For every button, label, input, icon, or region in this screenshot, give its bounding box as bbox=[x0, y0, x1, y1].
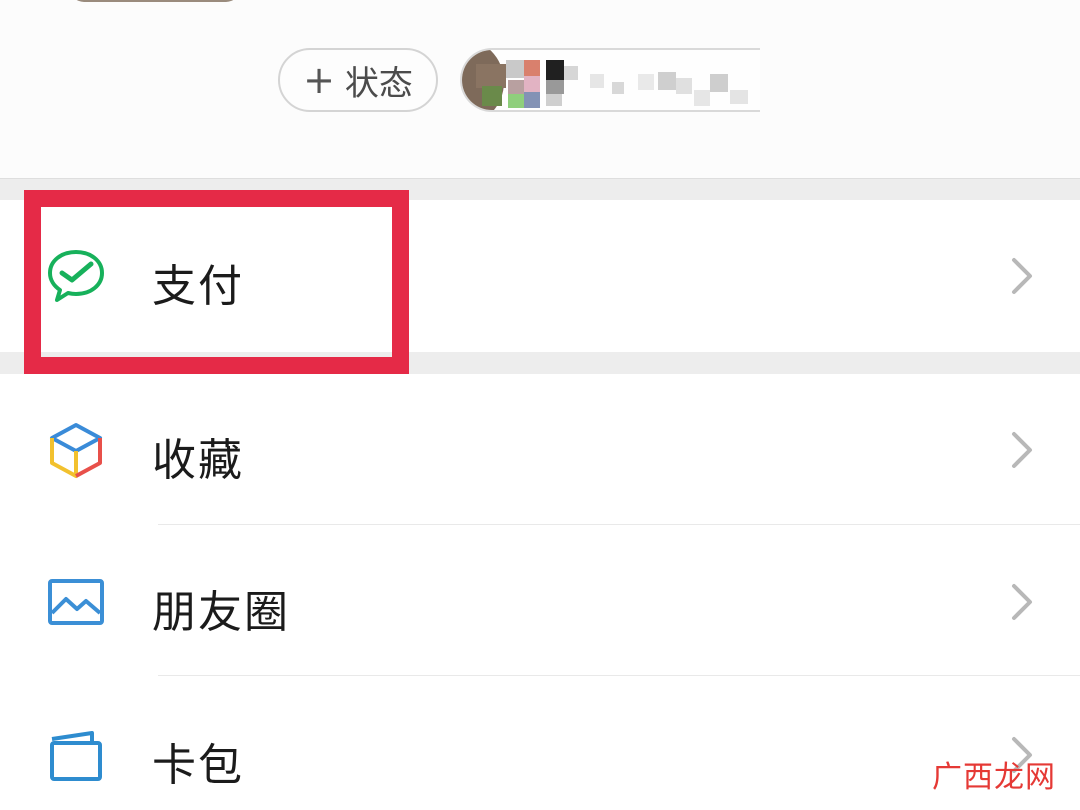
plus-icon: + bbox=[303, 58, 335, 102]
friends-avatars-blurred bbox=[462, 50, 748, 110]
row-divider bbox=[158, 524, 1080, 525]
favorites-cube-icon bbox=[50, 423, 102, 478]
avatar[interactable] bbox=[70, 0, 240, 2]
me-page: + 状态 支付 收藏 朋友圈 卡包 广西龙网 bbox=[0, 0, 1080, 810]
menu-item-card-wallet[interactable]: 卡包 bbox=[0, 677, 1080, 810]
row-divider bbox=[158, 675, 1080, 676]
highlight-box bbox=[24, 190, 409, 374]
menu-item-favorites[interactable]: 收藏 bbox=[0, 374, 1080, 525]
chevron-right-icon bbox=[1012, 258, 1032, 294]
moments-picture-icon bbox=[48, 579, 104, 625]
chevron-right-icon bbox=[1012, 584, 1032, 620]
friends-status-pill[interactable] bbox=[460, 48, 760, 112]
watermark: 广西龙网 bbox=[932, 760, 1056, 795]
status-button-label: 状态 bbox=[344, 63, 413, 104]
profile-header: + 状态 bbox=[0, 0, 1080, 178]
menu-item-label: 卡包 bbox=[152, 740, 244, 791]
add-status-button[interactable]: + 状态 bbox=[278, 48, 438, 112]
menu-item-label: 朋友圈 bbox=[152, 587, 290, 638]
menu-item-label: 收藏 bbox=[152, 435, 244, 486]
chevron-right-icon bbox=[1012, 432, 1032, 468]
card-wallet-icon bbox=[50, 731, 102, 781]
menu-item-moments[interactable]: 朋友圈 bbox=[0, 526, 1080, 676]
